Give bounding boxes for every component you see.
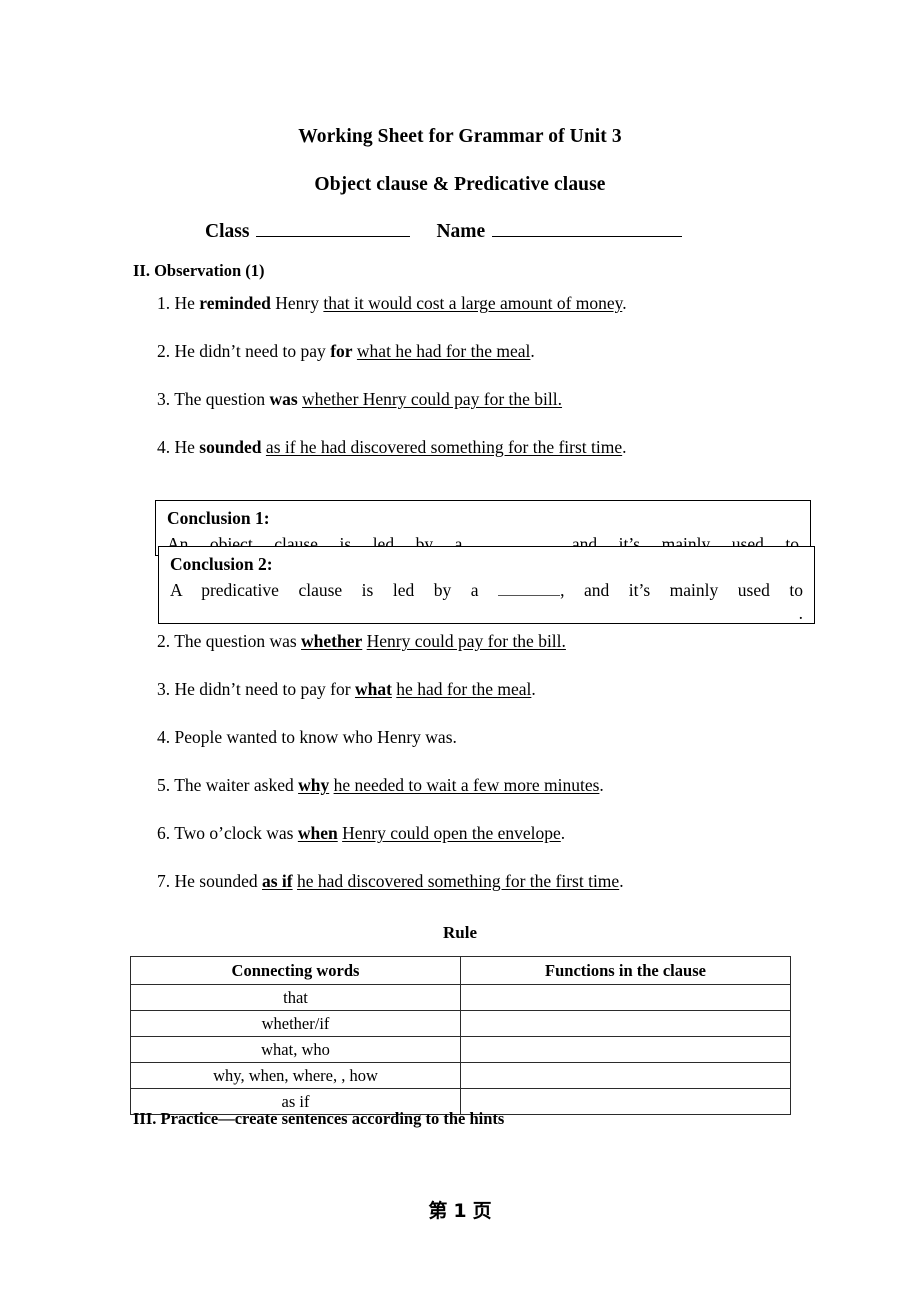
item-keyword: as if	[261, 871, 293, 891]
item-underlined-clause: that it would cost a large amount of mon…	[323, 293, 623, 313]
column-header-functions: Functions in the clause	[460, 956, 791, 985]
observation2-item-2: 2. The question was whether Henry could …	[157, 631, 566, 652]
item-tail: .	[531, 679, 536, 699]
item-lead: He sounded	[174, 871, 262, 891]
conclusion-2-heading: Conclusion 2:	[170, 554, 273, 574]
observation2-item-6: 6. Two o’clock was when Henry could open…	[157, 823, 565, 844]
item-lead: Two o’clock was	[174, 823, 298, 843]
item-number: 7.	[157, 871, 171, 891]
observation2-item-3: 3. He didn’t need to pay for what he had…	[157, 679, 536, 700]
item-lead: He	[174, 437, 200, 457]
footer-prefix: 第	[428, 1200, 448, 1222]
conclusion-2-tail-row: .	[170, 603, 803, 619]
item-number: 6.	[157, 823, 171, 843]
cell-connecting-words: that	[130, 984, 461, 1011]
section-heading-observation: II. Observation (1)	[133, 261, 265, 280]
item-number: 4.	[157, 727, 171, 747]
item-lead: He didn’t need to pay	[174, 341, 331, 361]
item-number: 4.	[157, 437, 171, 457]
page-footer: 第1页	[0, 1196, 920, 1223]
item-tail: .	[622, 293, 627, 313]
cell-function[interactable]	[460, 1010, 791, 1037]
observation2-item-7: 7. He sounded as if he had discovered so…	[157, 871, 624, 892]
cell-connecting-words: why, when, where, , how	[130, 1062, 461, 1089]
item-tail: .	[530, 341, 535, 361]
observation2-item-4: 4. People wanted to know who Henry was.	[157, 727, 457, 748]
cell-function[interactable]	[460, 1062, 791, 1089]
page-title: Working Sheet for Grammar of Unit 3	[298, 126, 622, 147]
item-tail: .	[622, 437, 627, 457]
item-underlined-clause: Henry could open the envelope	[342, 823, 561, 843]
item-number: 5.	[157, 775, 171, 795]
cell-function[interactable]	[460, 984, 791, 1011]
observation-item-2: 2. He didn’t need to pay for what he had…	[157, 341, 535, 362]
class-label: Class	[205, 221, 250, 242]
class-input-blank[interactable]	[256, 221, 411, 237]
conclusion-2-body-prefix: A predicative clause is led by a	[170, 579, 499, 600]
table-row: why, when, where, , how	[130, 1062, 791, 1089]
item-number: 2.	[157, 631, 171, 651]
identity-row: Class Name	[205, 221, 686, 243]
conclusion-2-blank-1[interactable]	[498, 582, 561, 596]
column-header-connecting-words: Connecting words	[130, 956, 461, 985]
conclusion-2-blank-2[interactable]	[170, 609, 797, 619]
item-underlined-clause: he needed to wait a few more minutes	[333, 775, 600, 795]
item-keyword: what	[354, 679, 392, 699]
observation-item-3: 3. The question was whether Henry could …	[157, 389, 562, 410]
item-underlined-clause: Henry could pay for the bill.	[366, 631, 566, 651]
item-keyword: whether	[301, 631, 363, 651]
observation-item-1: 1. He reminded Henry that it would cost …	[157, 293, 627, 314]
table-row: whether/if	[130, 1010, 791, 1037]
item-lead: People wanted to know who Henry was.	[174, 727, 457, 747]
item-lead: He	[174, 293, 200, 313]
observation2-item-5: 5. The waiter asked why he needed to wai…	[157, 775, 604, 796]
item-lead: The question was	[174, 631, 302, 651]
item-tail: .	[619, 871, 624, 891]
cell-function[interactable]	[460, 1088, 791, 1115]
cell-function[interactable]	[460, 1036, 791, 1063]
item-lead: He didn’t need to pay for	[174, 679, 355, 699]
conclusion-2-body: A predicative clause is led by a , and i…	[170, 578, 803, 603]
conclusion-1-heading: Conclusion 1:	[167, 508, 270, 528]
item-bold-word: reminded	[199, 293, 271, 313]
item-bold-word: sounded	[199, 437, 262, 457]
item-number: 2.	[157, 341, 171, 361]
item-number: 3.	[157, 679, 171, 699]
table-row: that	[130, 984, 791, 1011]
conclusion-2-body-suffix: .	[798, 603, 803, 619]
item-lead: The waiter asked	[174, 775, 299, 795]
section-heading-practice: III. Practice—create sentences according…	[133, 1109, 505, 1128]
item-keyword: why	[298, 775, 330, 795]
cell-connecting-words: whether/if	[130, 1010, 461, 1037]
item-tail: .	[560, 823, 566, 843]
item-number: 3.	[157, 389, 171, 409]
item-underlined-clause: as if he had discovered something for th…	[265, 437, 623, 457]
rule-table: Connecting words Functions in the clause…	[130, 956, 791, 1115]
observation-item-4: 4. He sounded as if he had discovered so…	[157, 437, 627, 458]
table-row: what, who	[130, 1036, 791, 1063]
footer-suffix: 页	[472, 1200, 492, 1222]
name-input-blank[interactable]	[492, 221, 683, 237]
conclusion-2-box: Conclusion 2: A predicative clause is le…	[158, 546, 815, 624]
item-lead: The question	[174, 389, 270, 409]
item-underlined-clause: whether Henry could pay for the bill.	[302, 389, 563, 409]
table-header-row: Connecting words Functions in the clause	[130, 956, 791, 985]
item-underlined-clause: he had for the meal	[396, 679, 532, 699]
conclusion-2-body-middle: , and it’s mainly used to	[560, 579, 803, 600]
item-bold-word: was	[269, 389, 298, 409]
rule-caption: Rule	[443, 923, 477, 942]
item-number: 1.	[157, 293, 171, 313]
item-mid: Henry	[270, 293, 324, 313]
item-underlined-clause: he had discovered something for the firs…	[296, 871, 620, 891]
item-underlined-clause: what he had for the meal	[356, 341, 531, 361]
item-tail: .	[599, 775, 604, 795]
footer-page-number: 1	[453, 1200, 467, 1222]
name-label: Name	[436, 221, 486, 242]
cell-connecting-words: what, who	[130, 1036, 461, 1063]
worksheet-page: Working Sheet for Grammar of Unit 3 Obje…	[0, 0, 920, 1302]
item-keyword: when	[297, 823, 338, 843]
page-subtitle: Object clause & Predicative clause	[314, 174, 606, 195]
item-bold-word: for	[330, 341, 353, 361]
